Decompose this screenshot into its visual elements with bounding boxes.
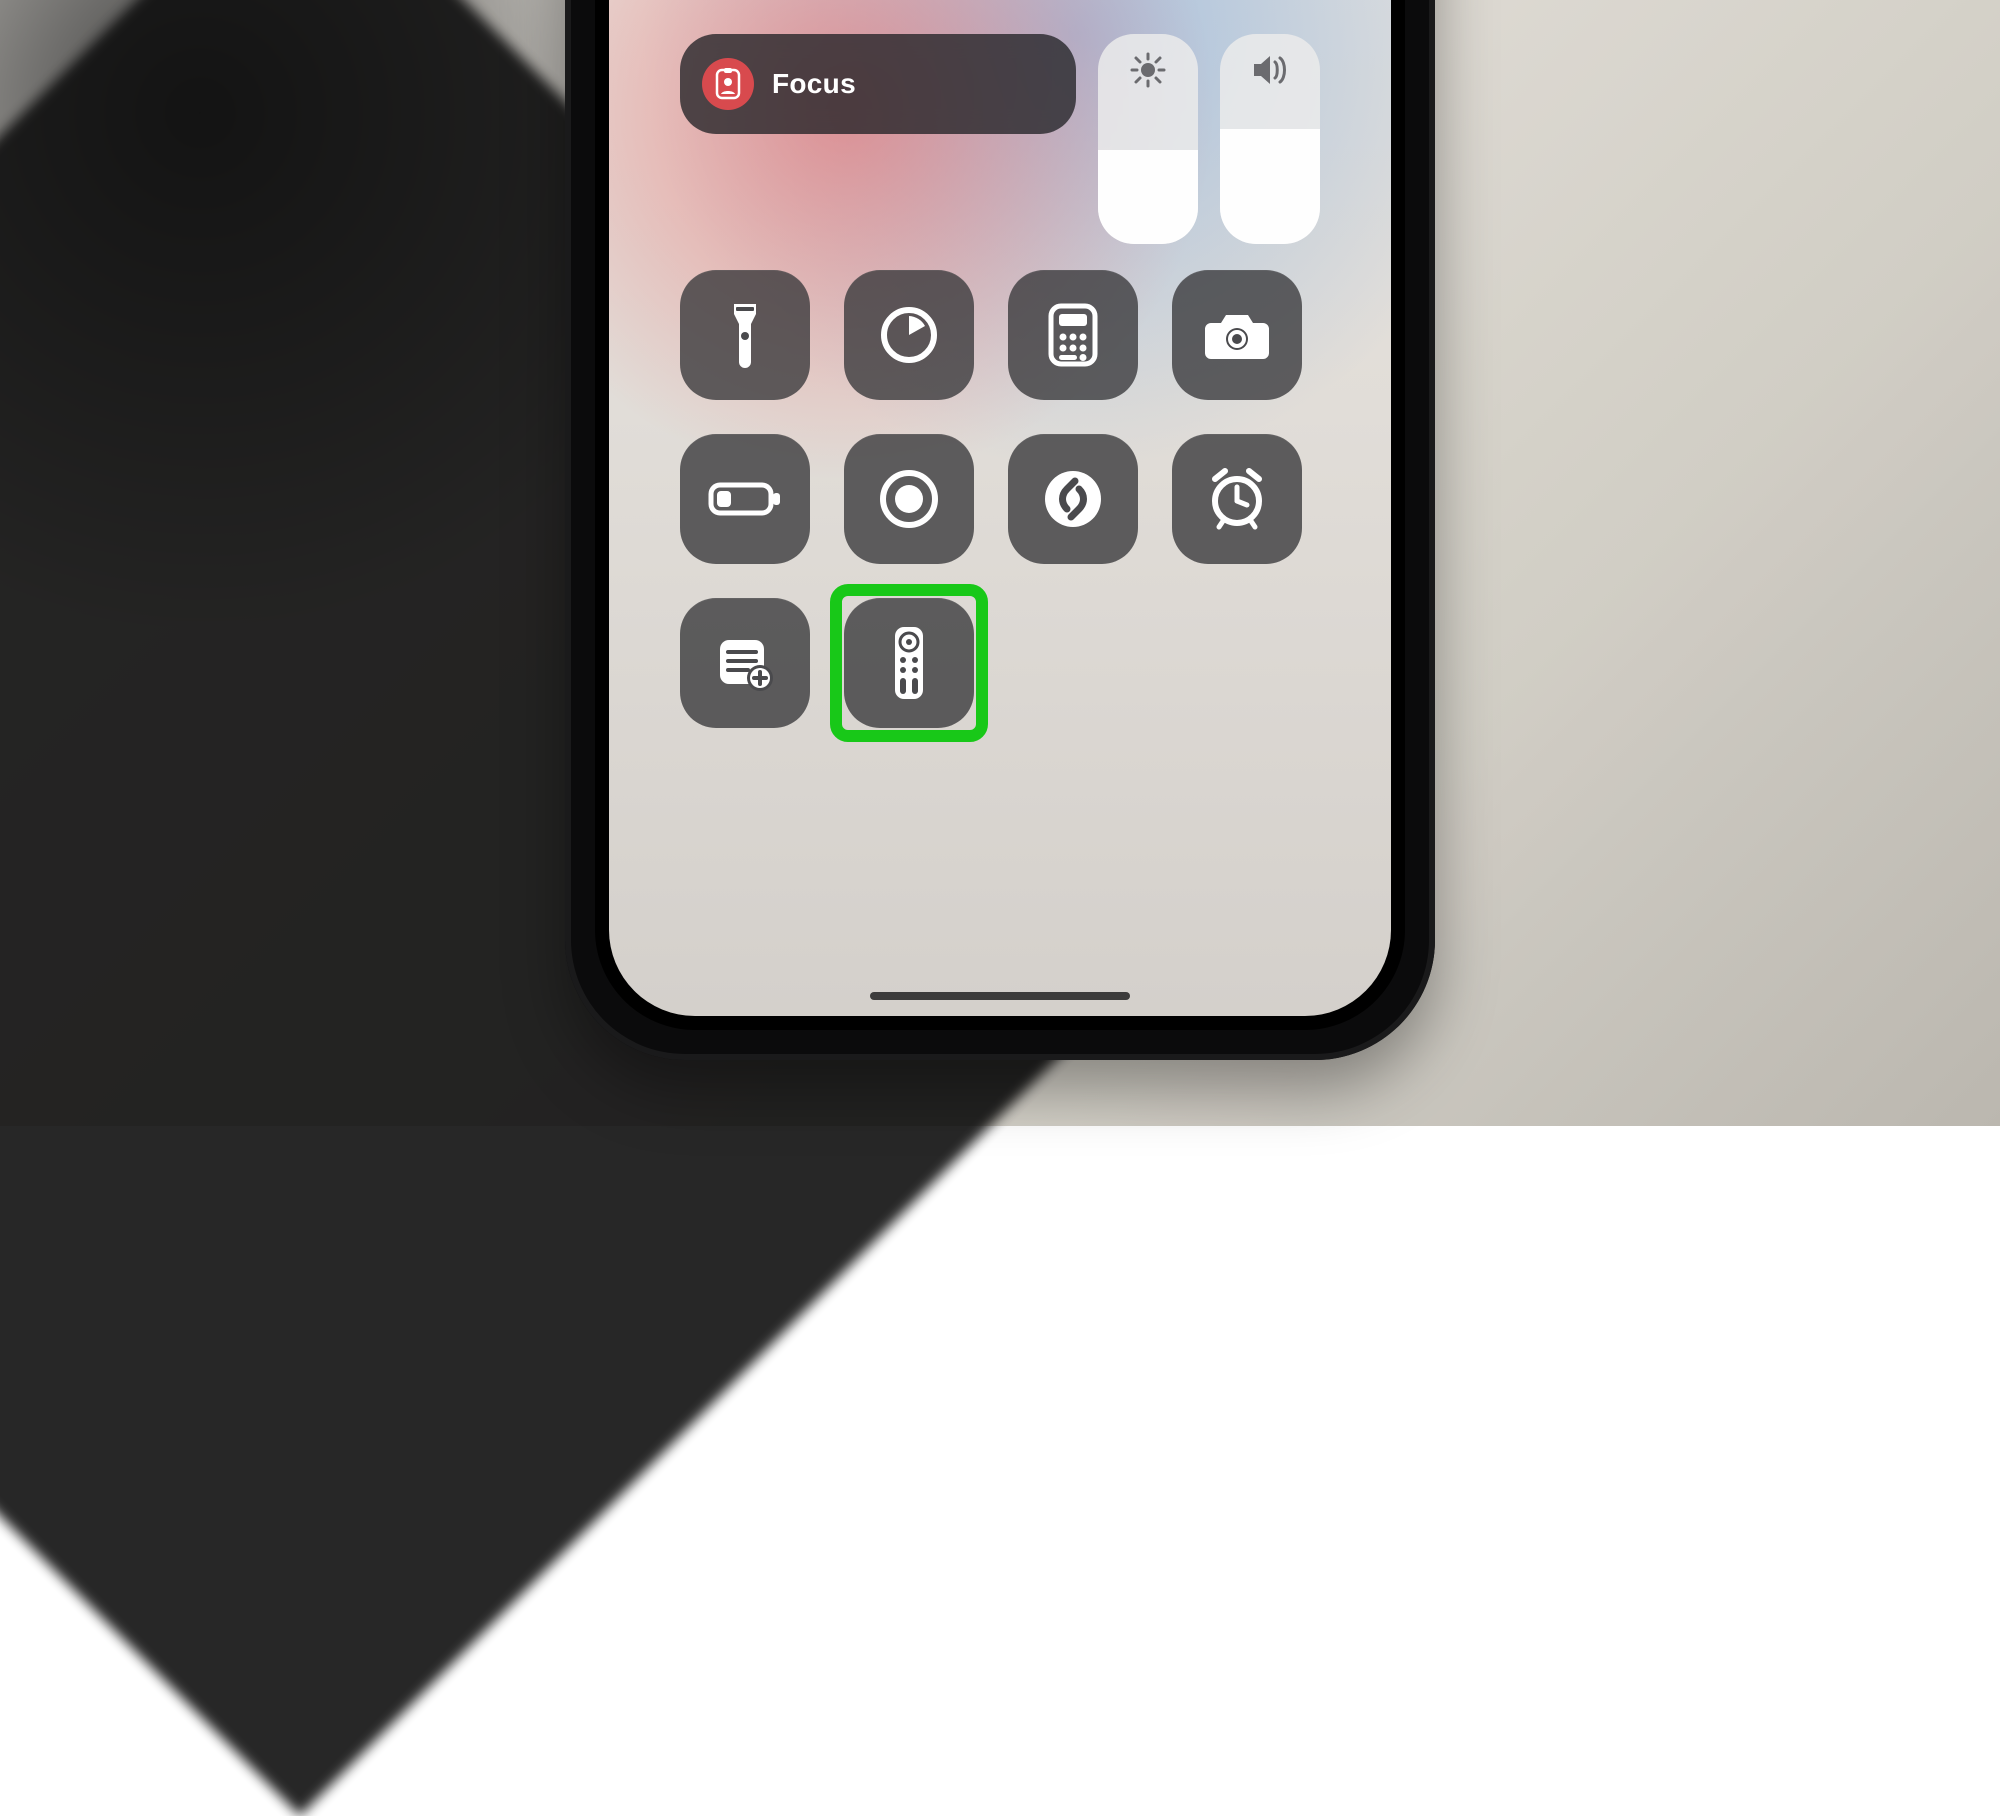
- calculator-button[interactable]: [1008, 270, 1138, 400]
- note-add-icon: [714, 634, 776, 692]
- phone-frame: Focus: [565, 0, 1435, 1060]
- shazam-button[interactable]: [1008, 434, 1138, 564]
- record-circle-icon: [877, 467, 941, 531]
- focus-label: Focus: [772, 68, 856, 100]
- sun-icon: [1130, 52, 1166, 88]
- brightness-fill: [1098, 150, 1198, 245]
- timer-icon: [878, 304, 940, 366]
- alarm-clock-icon: [1205, 467, 1269, 531]
- volume-fill: [1220, 129, 1320, 245]
- remote-icon: [892, 624, 926, 702]
- control-center-grid: [680, 270, 1320, 728]
- control-center: Focus: [680, 34, 1320, 728]
- flashlight-button[interactable]: [680, 270, 810, 400]
- low-power-mode-button[interactable]: [680, 434, 810, 564]
- slider-group: [1098, 34, 1320, 244]
- focus-button[interactable]: Focus: [680, 34, 1076, 134]
- home-indicator: [870, 992, 1130, 1000]
- shazam-icon: [1041, 467, 1105, 531]
- camera-icon: [1203, 309, 1271, 361]
- brightness-slider[interactable]: [1098, 34, 1198, 244]
- flashlight-icon: [726, 300, 764, 370]
- control-center-top-row: Focus: [680, 34, 1320, 244]
- screen-record-button[interactable]: [844, 434, 974, 564]
- volume-slider[interactable]: [1220, 34, 1320, 244]
- apple-tv-remote-button[interactable]: [844, 598, 974, 728]
- phone-screen: Focus: [609, 0, 1391, 1016]
- calculator-icon: [1048, 303, 1098, 367]
- camera-button[interactable]: [1172, 270, 1302, 400]
- timer-button[interactable]: [844, 270, 974, 400]
- alarm-button[interactable]: [1172, 434, 1302, 564]
- id-badge-icon: [702, 58, 754, 110]
- quick-note-button[interactable]: [680, 598, 810, 728]
- battery-low-icon: [708, 480, 782, 518]
- speaker-icon: [1250, 52, 1290, 88]
